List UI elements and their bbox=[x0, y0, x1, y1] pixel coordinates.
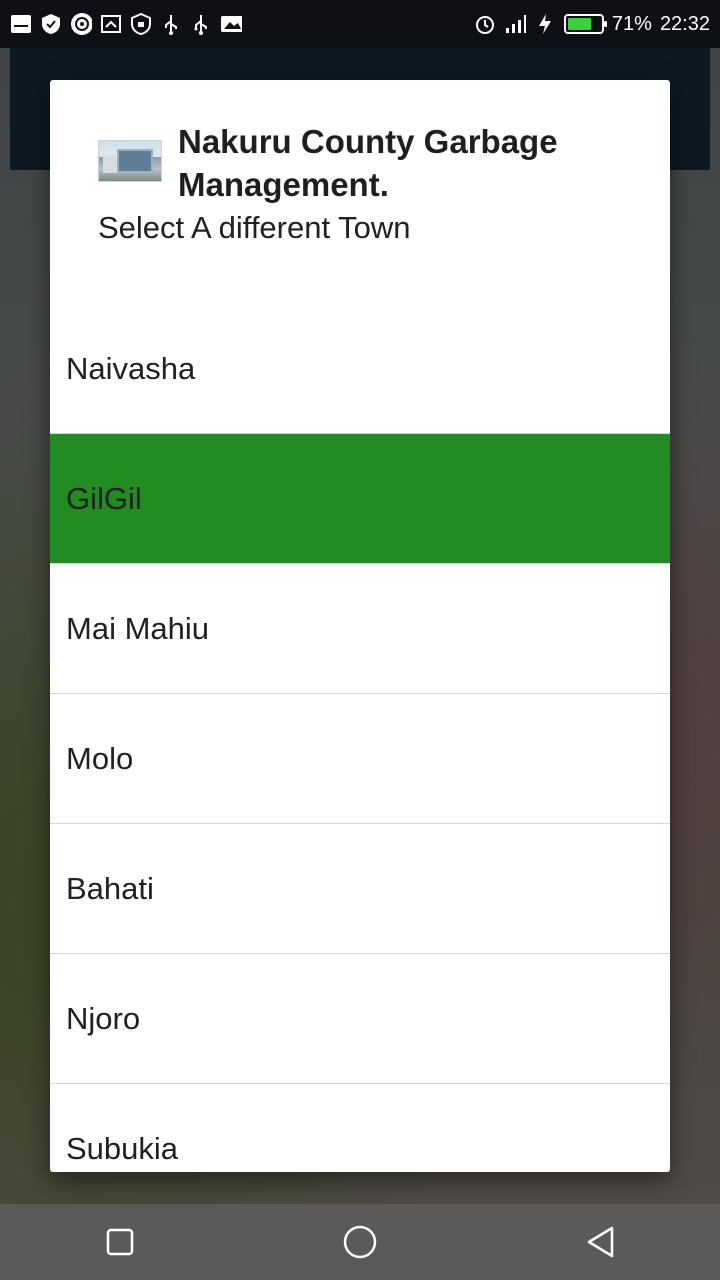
town-list: Naivasha GilGil Mai Mahiu Molo Bahati Nj… bbox=[50, 304, 670, 1172]
battery-icon bbox=[563, 14, 607, 34]
town-item-molo[interactable]: Molo bbox=[50, 694, 670, 824]
county-building-logo bbox=[98, 140, 162, 182]
alarm-icon bbox=[474, 13, 496, 35]
notification-icon bbox=[10, 13, 32, 35]
status-bar: 71% 22:32 bbox=[0, 0, 720, 48]
town-item-mai-mahiu[interactable]: Mai Mahiu bbox=[50, 564, 670, 694]
signal-icon bbox=[504, 13, 526, 35]
dialog-header: Nakuru County Garbage Management. Select… bbox=[50, 80, 670, 304]
status-bar-left bbox=[10, 13, 242, 35]
dialog-subtitle: Select A different Town bbox=[98, 210, 411, 245]
battery-level bbox=[567, 18, 591, 30]
back-button[interactable] bbox=[570, 1212, 630, 1272]
town-item-gilgil[interactable]: GilGil bbox=[50, 434, 670, 564]
town-select-dialog: Nakuru County Garbage Management. Select… bbox=[50, 80, 670, 1172]
town-item-njoro[interactable]: Njoro bbox=[50, 954, 670, 1084]
home-button[interactable] bbox=[330, 1212, 390, 1272]
shield-icon bbox=[40, 13, 62, 35]
security-icon bbox=[130, 13, 152, 35]
recents-button[interactable] bbox=[90, 1212, 150, 1272]
image-icon bbox=[220, 13, 242, 35]
usb-icon bbox=[160, 13, 182, 35]
navigation-bar bbox=[0, 1204, 720, 1280]
clock: 22:32 bbox=[659, 12, 710, 35]
usb-debug-icon bbox=[190, 13, 212, 35]
square-icon bbox=[106, 1228, 134, 1256]
charging-icon bbox=[534, 13, 556, 35]
town-item-subukia[interactable]: Subukia bbox=[50, 1084, 670, 1172]
app-icon bbox=[70, 13, 92, 35]
circle-icon bbox=[343, 1225, 377, 1259]
battery-percent: 71% bbox=[611, 12, 652, 35]
town-item-bahati[interactable]: Bahati bbox=[50, 824, 670, 954]
triangle-back-icon bbox=[587, 1226, 614, 1258]
screenshot-icon bbox=[100, 13, 122, 35]
dialog-title: Nakuru County Garbage Management. bbox=[178, 123, 558, 203]
town-item-naivasha[interactable]: Naivasha bbox=[50, 304, 670, 434]
status-bar-right: 71% 22:32 bbox=[474, 13, 710, 36]
